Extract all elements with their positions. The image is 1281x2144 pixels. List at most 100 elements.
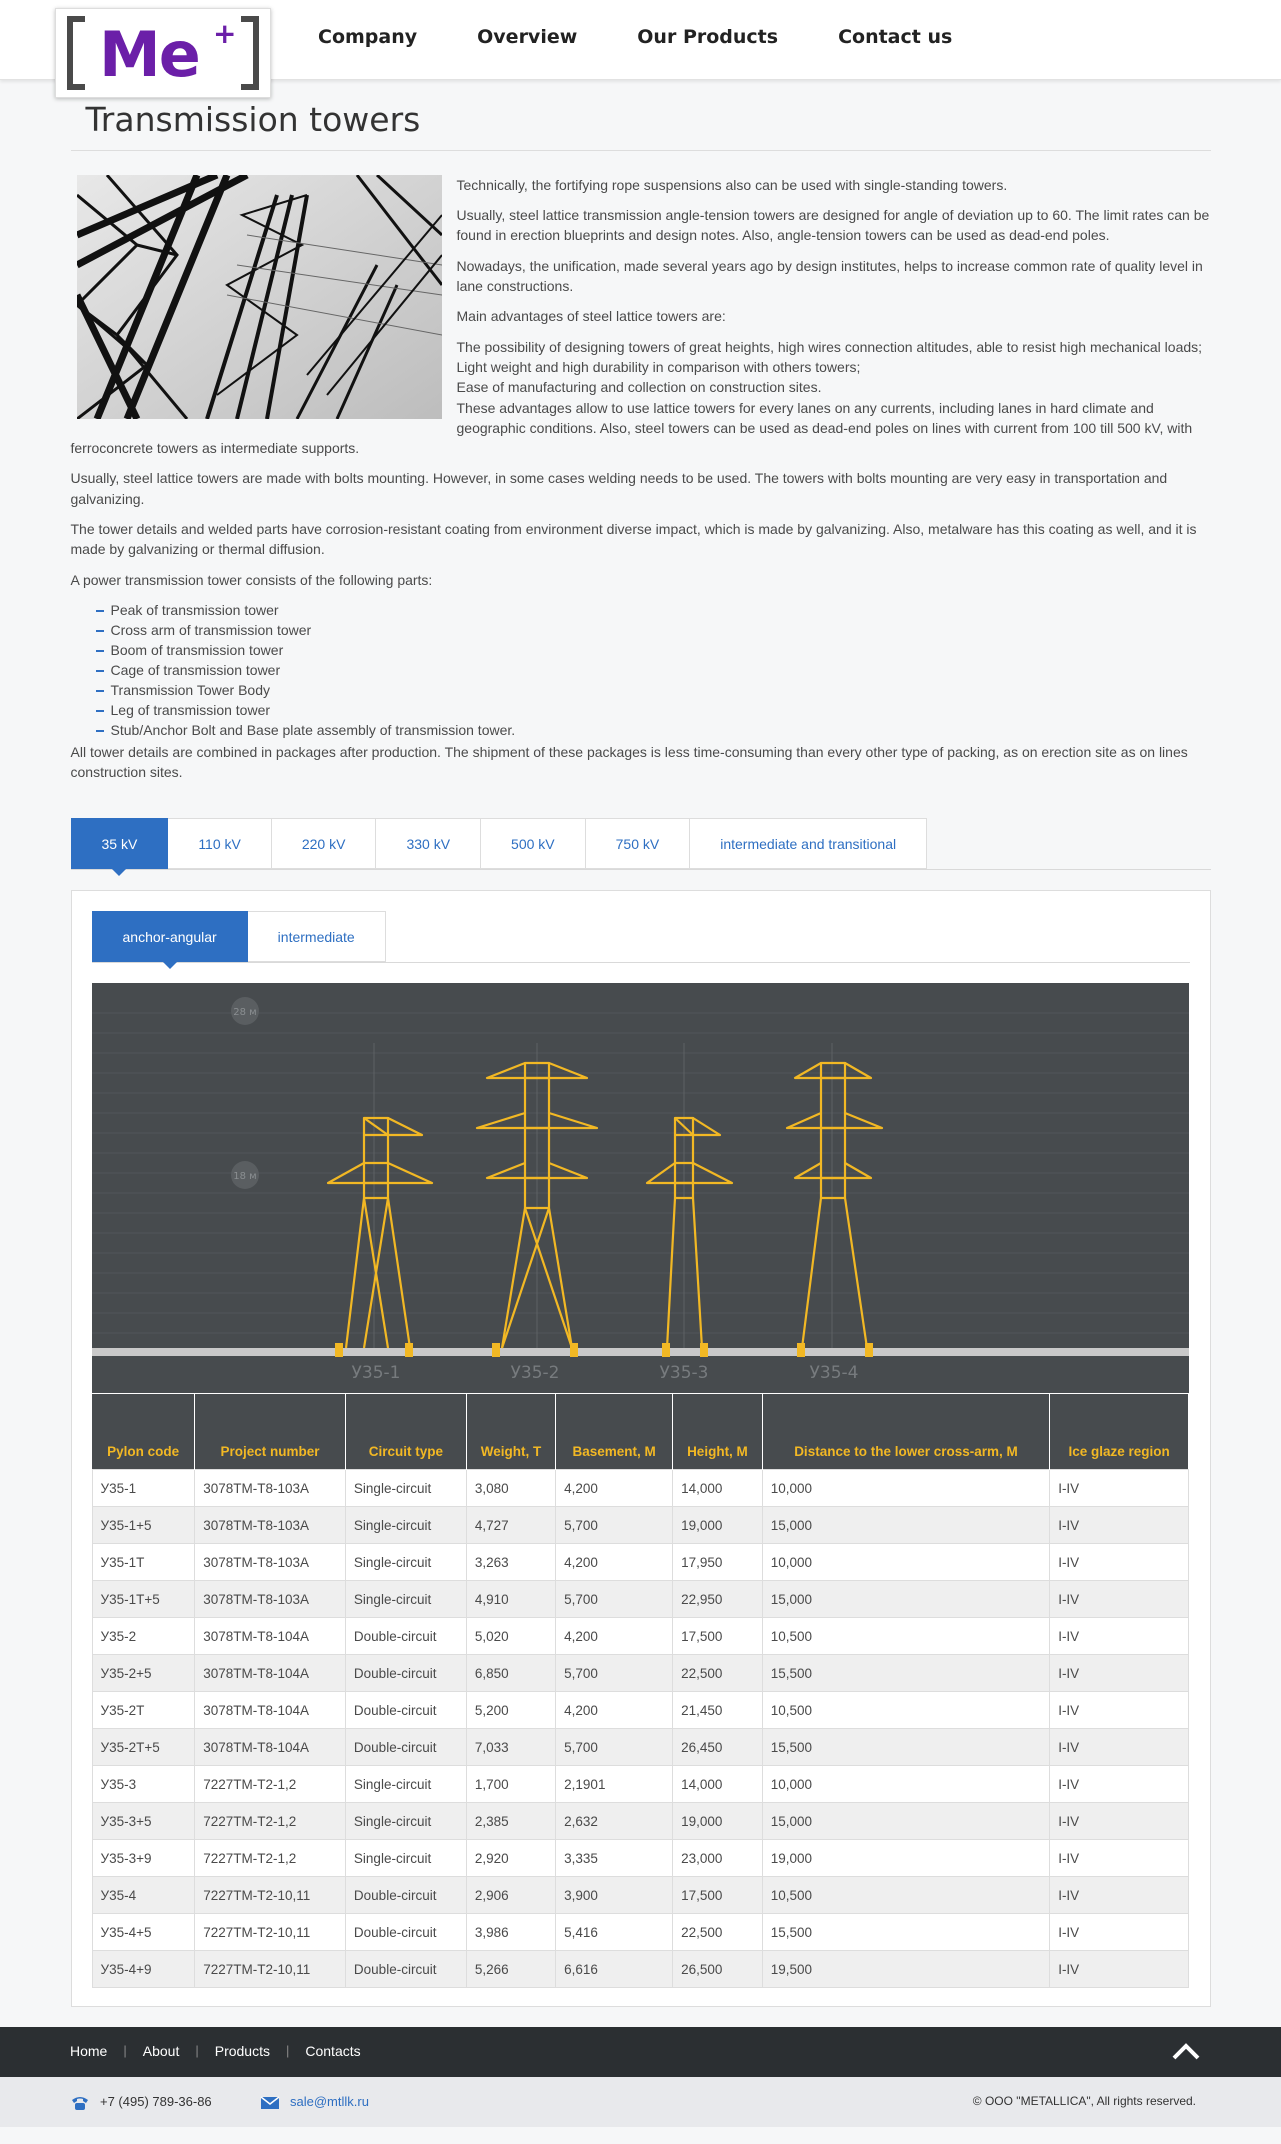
nav-our-products[interactable]: Our Products [637,24,778,52]
table-cell: Double-circuit [344,1876,467,1915]
table-row: У35-1T+5 3078TM-T8-103A Single-circuit 4,91… [91,1580,1189,1619]
footer-link-about[interactable]: About [143,2041,180,2061]
tower-type-tabs: anchor-angular intermediate [91,911,1190,970]
table-row: У35-3 7227TM-T2-1,2 Single-circuit 1,700 2,1… [91,1765,1189,1804]
table-cell: 19,000 [672,1802,763,1841]
table-cell: 5,700 [555,1654,674,1693]
table-cell: Single-circuit [344,1543,467,1582]
table-cell: 2,1901 [555,1765,674,1804]
table-cell: Double-circuit [344,1913,467,1952]
tab-220kv[interactable]: 220 kV [271,818,377,870]
email-address: sale@mtllk.ru [290,2094,369,2110]
table-cell: 5,266 [465,1950,557,1989]
table-row: У35-1T 3078TM-T8-103A Single-circuit 3,263 4… [91,1543,1189,1582]
table-cell: У35-3 [91,1765,196,1804]
table-cell: 2,906 [465,1876,557,1915]
table-cell: 4,200 [555,1543,674,1582]
col-pylon-code: Pylon code [92,1393,196,1470]
tab-intermediate[interactable]: intermediate [247,911,386,963]
tab-anchor-angular[interactable]: anchor-angular [91,911,248,970]
site-logo[interactable]: Me + [55,8,271,98]
table-cell: 3,263 [465,1543,557,1582]
tower-label-1: У35-1 [351,1363,400,1383]
table-cell: 19,000 [761,1839,1051,1878]
scroll-to-top-icon[interactable] [1171,2040,1201,2064]
footer-contacts: +7 (495) 789-36-86 sale@mtllk.ru © ООО "… [0,2077,1281,2128]
table-cell: 5,200 [465,1691,557,1730]
table-cell: Single-circuit [344,1839,467,1878]
table-row: У35-3+5 7227TM-T2-1,2 Single-circuit 2,385 2… [91,1802,1189,1841]
table-cell: Single-circuit [344,1802,467,1841]
tower-label-3: У35-3 [659,1363,708,1383]
tab-35kv[interactable]: 35 kV [70,818,169,877]
table-cell: 7227TM-T2-10,11 [194,1913,346,1952]
table-cell: 2,632 [555,1802,674,1841]
table-cell: 5,020 [465,1617,557,1656]
table-cell: 4,910 [465,1580,557,1619]
table-cell: I-IV [1049,1506,1189,1545]
table-cell: 3078TM-T8-104A [194,1654,346,1693]
footer-separator: | [123,2043,127,2059]
table-row: У35-2T 3078TM-T8-104A Double-circuit 5,200 4… [91,1691,1189,1730]
height-mark-18: 18 м [230,1161,259,1190]
table-cell: У35-1T [91,1543,196,1582]
col-distance-cross-arm: Distance to the lower cross-arm, M [762,1393,1051,1470]
table-cell: 19,500 [761,1950,1051,1989]
nav-overview[interactable]: Overview [477,24,577,52]
table-cell: Single-circuit [344,1469,467,1508]
table-row: У35-4+9 7227TM-T2-10,11 Double-circuit 5,26… [91,1950,1189,1989]
table-cell: 15,500 [761,1728,1051,1767]
table-cell: У35-2 [91,1617,196,1656]
tab-750kv[interactable]: 750 kV [585,818,691,870]
height-mark-28: 28 м [230,997,259,1026]
para-final: All tower details are combined in packag… [70,743,1188,781]
table-row: У35-3+9 7227TM-T2-1,2 Single-circuit 2,920 3… [91,1839,1189,1878]
footer-phone: +7 (495) 789-36-86 [70,2093,212,2112]
footer-link-home[interactable]: Home [70,2041,107,2061]
table-cell: У35-2T [91,1691,196,1730]
tab-330kv[interactable]: 330 kV [376,818,482,870]
tab-500kv[interactable]: 500 kV [481,818,586,870]
footer-email[interactable]: sale@mtllk.ru [260,2093,369,2112]
table-cell: 4,200 [555,1617,674,1656]
footer-link-contacts[interactable]: Contacts [305,2041,360,2061]
col-circuit-type: Circuit type [345,1393,467,1470]
table-cell: I-IV [1049,1950,1189,1989]
phone-icon [72,2096,88,2110]
table-cell: 6,616 [555,1950,674,1989]
tab-intermediate-transitional[interactable]: intermediate and transitional [690,818,928,870]
table-cell: 17,500 [672,1876,763,1915]
table-cell: 3,986 [465,1913,557,1952]
nav-company[interactable]: Company [318,24,417,52]
table-row: У35-1+5 3078TM-T8-103A Single-circuit 4,727… [91,1506,1189,1545]
table-cell: Double-circuit [344,1617,467,1656]
table-cell: I-IV [1049,1913,1189,1952]
table-cell: 4,200 [555,1469,674,1508]
page-title: Transmission towers [70,96,1211,151]
tower-photo [76,174,442,419]
list-item: Peak of transmission tower [95,600,1211,620]
table-cell: I-IV [1049,1617,1189,1656]
footer-nav: Home | About | Products | Contacts [70,2041,361,2061]
height-mark-label: 18 м [233,1171,256,1182]
table-cell: 14,000 [672,1765,763,1804]
list-item: Leg of transmission tower [95,700,1211,720]
main-nav: Company Overview Our Products Contact us [318,24,1012,52]
table-cell: Double-circuit [344,1728,467,1767]
col-basement: Basement, M [555,1393,674,1470]
logo-mark: Me + [63,14,263,92]
tower-diagram: 28 м 18 м У35-1 У35-2 У35-3 У35-4 [91,983,1189,1394]
footer-separator: | [285,2043,290,2059]
col-weight: Weight, T [466,1393,557,1470]
table-cell: 3078TM-T8-103A [194,1580,346,1619]
tab-110kv[interactable]: 110 kV [168,818,272,870]
table-cell: 7,033 [465,1728,557,1767]
table-row: У35-2+5 3078TM-T8-104A Double-circuit 6,850… [91,1654,1189,1693]
para-6: Usually, steel lattice towers are made w… [70,470,1168,507]
logo-plus: + [213,17,237,50]
table-cell: 22,950 [672,1580,763,1619]
footer-link-products[interactable]: Products [215,2041,270,2061]
table-cell: У35-4+9 [91,1950,196,1989]
nav-contact-us[interactable]: Contact us [838,24,952,52]
table-cell: У35-1 [91,1469,196,1508]
